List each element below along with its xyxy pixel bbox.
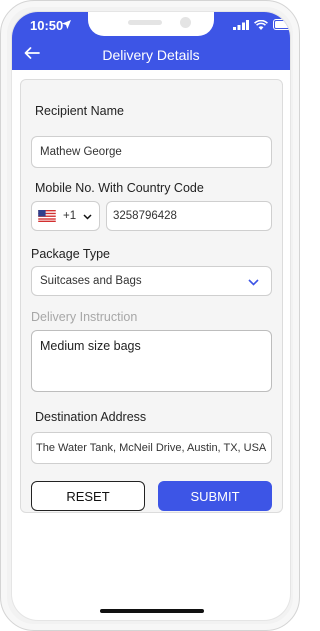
page-title: Delivery Details xyxy=(102,47,200,63)
recipient-name-input[interactable]: Mathew George xyxy=(31,136,272,168)
delivery-form: Recipient Name Mathew George Mobile No. … xyxy=(20,79,283,513)
status-time: 10:50 xyxy=(30,18,64,33)
device-notch xyxy=(88,12,214,36)
country-code-select[interactable]: +1 xyxy=(31,201,100,231)
mobile-number-input[interactable]: 3258796428 xyxy=(106,201,272,231)
package-type-label: Package Type xyxy=(31,247,110,261)
wifi-icon xyxy=(254,19,268,30)
destination-label: Destination Address xyxy=(35,410,147,424)
us-flag-icon xyxy=(38,210,56,222)
phone-frame: 10:50 Delivery Details Recipient Name Ma… xyxy=(0,0,300,631)
chevron-down-icon xyxy=(248,279,259,286)
screen: 10:50 Delivery Details Recipient Name Ma… xyxy=(12,12,290,620)
location-arrow-icon xyxy=(62,20,71,29)
home-indicator xyxy=(100,609,204,613)
country-code-value: +1 xyxy=(63,210,77,222)
battery-icon xyxy=(273,19,290,30)
mobile-label: Mobile No. With Country Code xyxy=(35,181,204,195)
destination-input[interactable]: The Water Tank, McNeil Drive, Austin, TX… xyxy=(31,432,272,464)
recipient-name-label: Recipient Name xyxy=(35,104,124,118)
chevron-down-icon xyxy=(83,214,92,220)
signal-icon xyxy=(233,19,249,30)
delivery-instruction-textarea[interactable]: Medium size bags xyxy=(31,330,272,392)
reset-button[interactable]: RESET xyxy=(31,481,145,511)
camera xyxy=(180,17,191,28)
submit-button[interactable]: SUBMIT xyxy=(158,481,272,511)
app-header: 10:50 Delivery Details xyxy=(12,12,290,70)
speaker xyxy=(128,20,162,25)
status-icons xyxy=(233,19,290,30)
package-type-select[interactable]: Suitcases and Bags xyxy=(31,266,272,296)
delivery-instruction-label: Delivery Instruction xyxy=(31,310,138,324)
package-type-value: Suitcases and Bags xyxy=(40,275,142,287)
